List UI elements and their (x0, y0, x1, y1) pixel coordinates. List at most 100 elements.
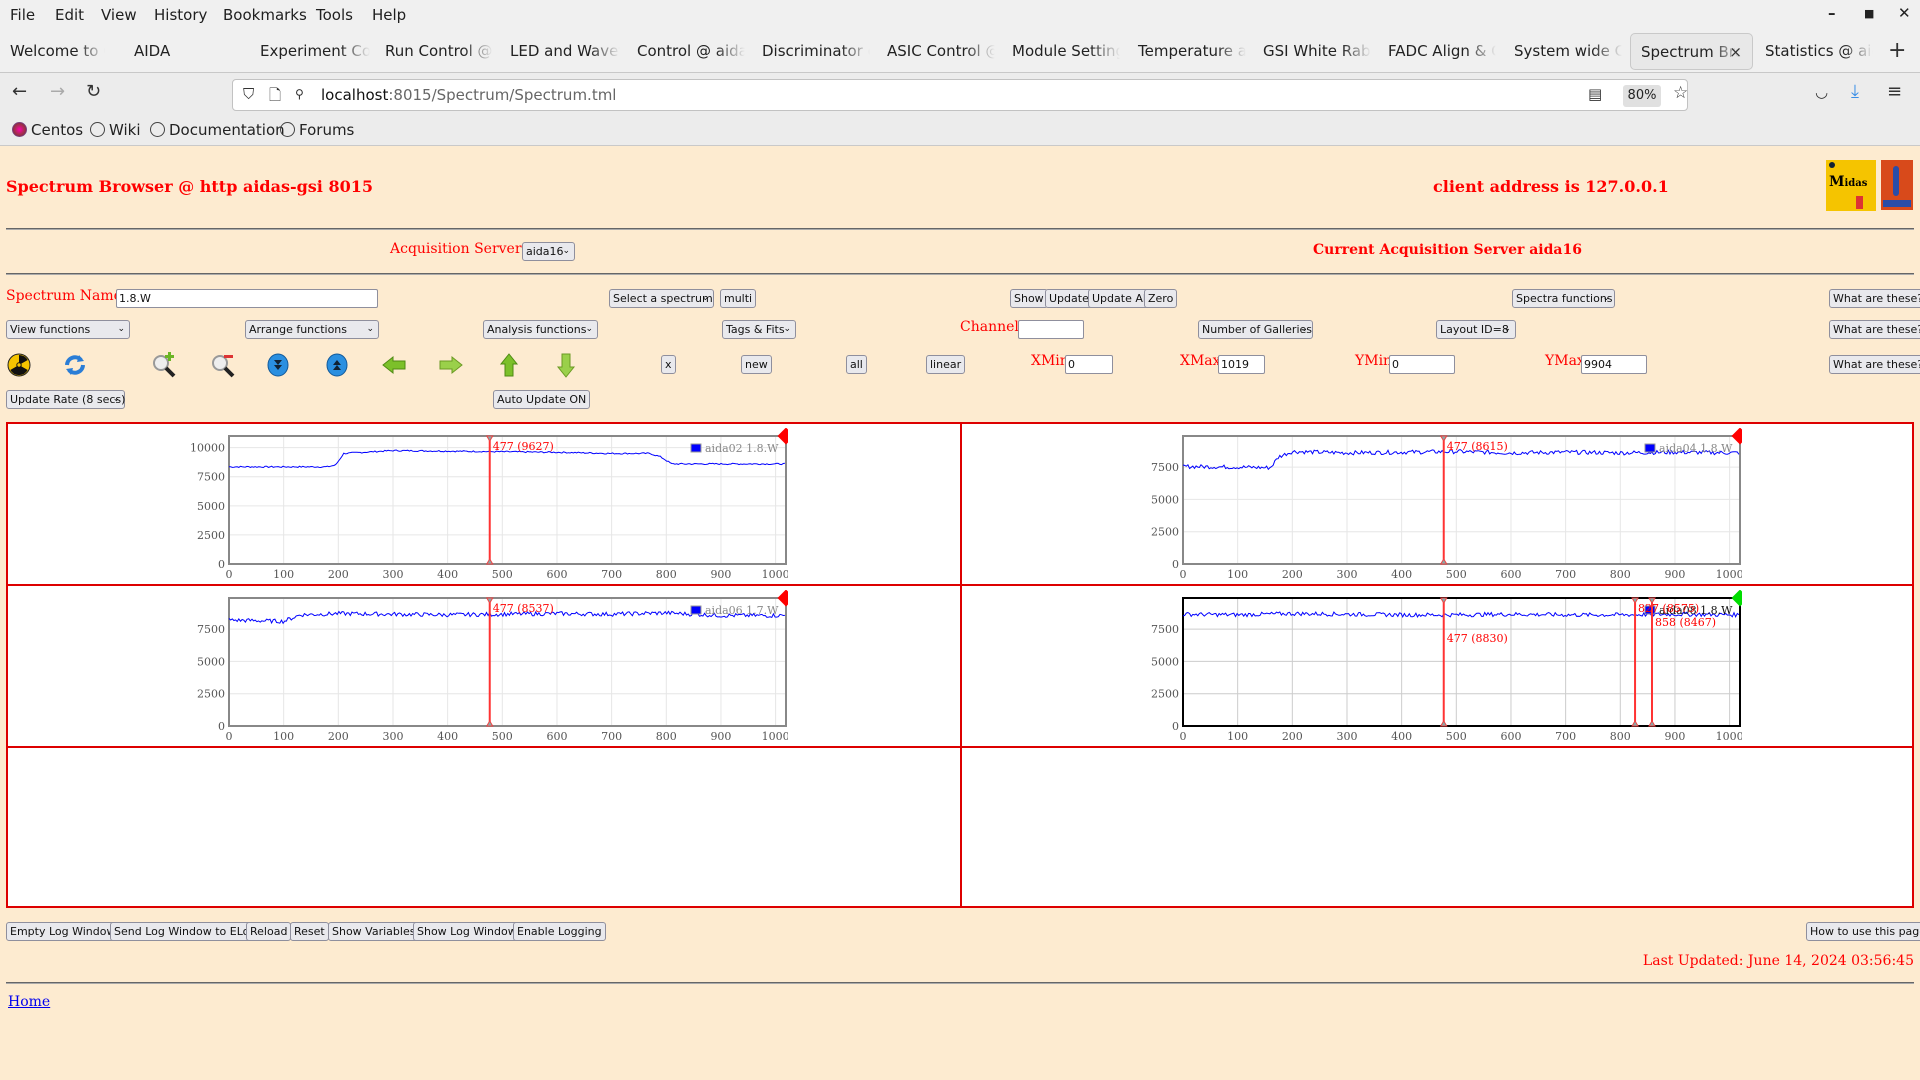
spectrum-chart-aida08[interactable]: 0 100 200 300 400 500 600 700 800 900 1000 0 2500 500… (1112, 589, 1749, 744)
menu-view[interactable]: View (101, 6, 137, 24)
y-tick-label: 2500 (197, 688, 225, 701)
arrow-down-icon[interactable] (553, 352, 579, 378)
show-button[interactable]: Show (1010, 289, 1048, 308)
url-text[interactable]: localhost:8015/Spectrum/Spectrum.tml (321, 86, 616, 104)
tab-spectrum-browser[interactable]: Spectrum Browser × (1630, 33, 1753, 70)
tab-system-checks[interactable]: System wide Checks (1504, 33, 1622, 70)
tab-control[interactable]: Control @ aidas (627, 33, 745, 70)
expand-up-icon[interactable] (324, 352, 350, 378)
tab-welcome[interactable]: Welcome to Centos (0, 33, 105, 70)
shield-icon[interactable]: ⛉ (243, 85, 254, 103)
new-tab-icon[interactable]: + (1888, 38, 1906, 63)
bookmark-star-icon[interactable]: ☆ (1673, 83, 1688, 103)
all-button[interactable]: all (846, 355, 867, 374)
close-window-icon[interactable]: ✕ (1898, 4, 1911, 22)
bookmark-documentation[interactable]: Documentation (150, 121, 285, 139)
layout-id-dropdown[interactable]: Layout ID=8 ⌄ (1436, 320, 1516, 339)
home-link[interactable]: Home (8, 994, 50, 1010)
permissions-icon[interactable]: ⚲ (295, 87, 304, 101)
view-functions-dropdown[interactable]: View functions ⌄ (6, 320, 130, 339)
spectrum-chart-aida02[interactable]: 0 100 200 300 400 500 600 700 800 900 1000 0 2500 500… (158, 427, 795, 582)
update-button[interactable]: Update (1045, 289, 1093, 308)
acquisition-server-select[interactable]: aida16 ⌄ (522, 242, 575, 261)
tab-aida[interactable]: AIDA (124, 33, 254, 70)
multi-button[interactable]: multi (720, 289, 757, 308)
zero-button[interactable]: Zero (1144, 289, 1178, 308)
enable-logging-button[interactable]: Enable Logging (513, 922, 606, 941)
tab-discriminator[interactable]: Discriminator control (752, 33, 870, 70)
how-to-use-button[interactable]: How to use this page (1806, 922, 1920, 941)
tab-experiment-control[interactable]: Experiment Control (250, 33, 370, 70)
number-of-galleries-dropdown[interactable]: Number of Galleries ⌄ (1198, 320, 1313, 339)
minimize-icon[interactable]: – (1828, 4, 1836, 22)
refresh-icon[interactable] (62, 352, 88, 378)
spectrum-name-input[interactable]: 1.8.W (116, 289, 378, 308)
spectra-functions-dropdown[interactable]: Spectra functions ⌄ (1512, 289, 1615, 308)
back-icon[interactable]: ← (12, 81, 27, 102)
menu-edit[interactable]: Edit (55, 6, 84, 24)
menu-bookmarks[interactable]: Bookmarks (223, 6, 307, 24)
spectrum-chart-aida06[interactable]: 0 100 200 300 400 500 600 700 800 900 1000 0 2500 500… (158, 589, 795, 744)
what-are-these-button-3[interactable]: What are these? (1829, 355, 1920, 374)
menu-tools[interactable]: Tools (316, 6, 353, 24)
channel-input[interactable] (1018, 320, 1084, 339)
maximize-icon[interactable]: ■ (1864, 7, 1874, 20)
downloads-icon[interactable]: ⤓ (1851, 81, 1859, 102)
tab-white-rabbit[interactable]: GSI White Rabbit (1253, 33, 1371, 70)
cursor-handle-bottom (485, 558, 494, 565)
what-are-these-button-1[interactable]: What are these? (1829, 289, 1920, 308)
xmax-input[interactable]: 1019 (1218, 355, 1265, 374)
ymin-input[interactable]: 0 (1389, 355, 1455, 374)
zoom-out-icon[interactable] (210, 352, 236, 378)
reset-button[interactable]: Reset (290, 922, 329, 941)
analysis-functions-dropdown[interactable]: Analysis functions ⌄ (483, 320, 598, 339)
empty-log-window-button[interactable]: Empty Log Window (6, 922, 120, 941)
reload-icon[interactable]: ↻ (86, 81, 101, 102)
show-log-window-button[interactable]: Show Log Window (413, 922, 521, 941)
update-rate-dropdown[interactable]: Update Rate (8 secs) ⌄ (6, 390, 125, 409)
ymax-input[interactable]: 9904 (1581, 355, 1647, 374)
zoom-level-badge[interactable]: 80% (1623, 85, 1661, 107)
menu-help[interactable]: Help (372, 6, 406, 24)
menu-hamburger-icon[interactable]: ≡ (1887, 81, 1902, 102)
tab-led-waveform[interactable]: LED and Waveform (500, 33, 620, 70)
send-log-to-elog-button[interactable]: Send Log Window to ELog (110, 922, 261, 941)
reader-view-icon[interactable]: ▤ (1588, 85, 1602, 103)
pocket-icon[interactable]: ◡ (1815, 83, 1828, 101)
arrow-up-icon[interactable] (496, 352, 522, 378)
tab-temperature[interactable]: Temperature and (1128, 33, 1246, 70)
arrange-functions-dropdown[interactable]: Arrange functions ⌄ (245, 320, 379, 339)
empty-gallery-slot[interactable] (962, 748, 1912, 906)
empty-gallery-slot[interactable] (8, 748, 960, 906)
x-button[interactable]: x (661, 355, 676, 374)
bookmark-forums[interactable]: Forums (280, 121, 354, 139)
arrow-left-icon[interactable] (381, 352, 407, 378)
bookmark-centos[interactable]: Centos (12, 121, 83, 139)
bookmark-wiki[interactable]: Wiki (90, 121, 141, 139)
tab-module-settings[interactable]: Module Settings (1002, 33, 1120, 70)
reload-button[interactable]: Reload (246, 922, 292, 941)
arrow-right-icon[interactable] (438, 352, 464, 378)
show-variables-button[interactable]: Show Variables (328, 922, 420, 941)
tab-run-control[interactable]: Run Control @ aidas (375, 33, 493, 70)
expand-down-icon[interactable] (265, 352, 291, 378)
url-bar[interactable]: ⛉ 🗋 ⚲ localhost:8015/Spectrum/Spectrum.t… (232, 79, 1688, 111)
spectrum-chart-aida04[interactable]: 0 100 200 300 400 500 600 700 800 900 1000 0 2500 500… (1112, 427, 1749, 582)
page-icon[interactable]: 🗋 (269, 85, 281, 110)
forward-icon[interactable]: → (50, 81, 65, 102)
menu-history[interactable]: History (154, 6, 207, 24)
tags-fits-dropdown[interactable]: Tags & Fits ⌄ (722, 320, 796, 339)
menu-file[interactable]: File (10, 6, 35, 24)
zoom-in-icon[interactable] (151, 352, 177, 378)
what-are-these-button-2[interactable]: What are these? (1829, 320, 1920, 339)
linear-button[interactable]: linear (926, 355, 966, 374)
tab-asic-control[interactable]: ASIC Control @ (877, 33, 995, 70)
radiation-icon[interactable] (6, 352, 32, 378)
xmin-input[interactable]: 0 (1065, 355, 1113, 374)
tab-close-icon[interactable]: × (1729, 34, 1742, 69)
select-spectrum-dropdown[interactable]: Select a spectrum ⌄ (609, 289, 714, 308)
tab-fadc-align[interactable]: FADC Align & Control (1378, 33, 1496, 70)
auto-update-button[interactable]: Auto Update ON (493, 390, 591, 409)
new-button[interactable]: new (741, 355, 772, 374)
tab-statistics[interactable]: Statistics @ aidas (1755, 33, 1873, 70)
